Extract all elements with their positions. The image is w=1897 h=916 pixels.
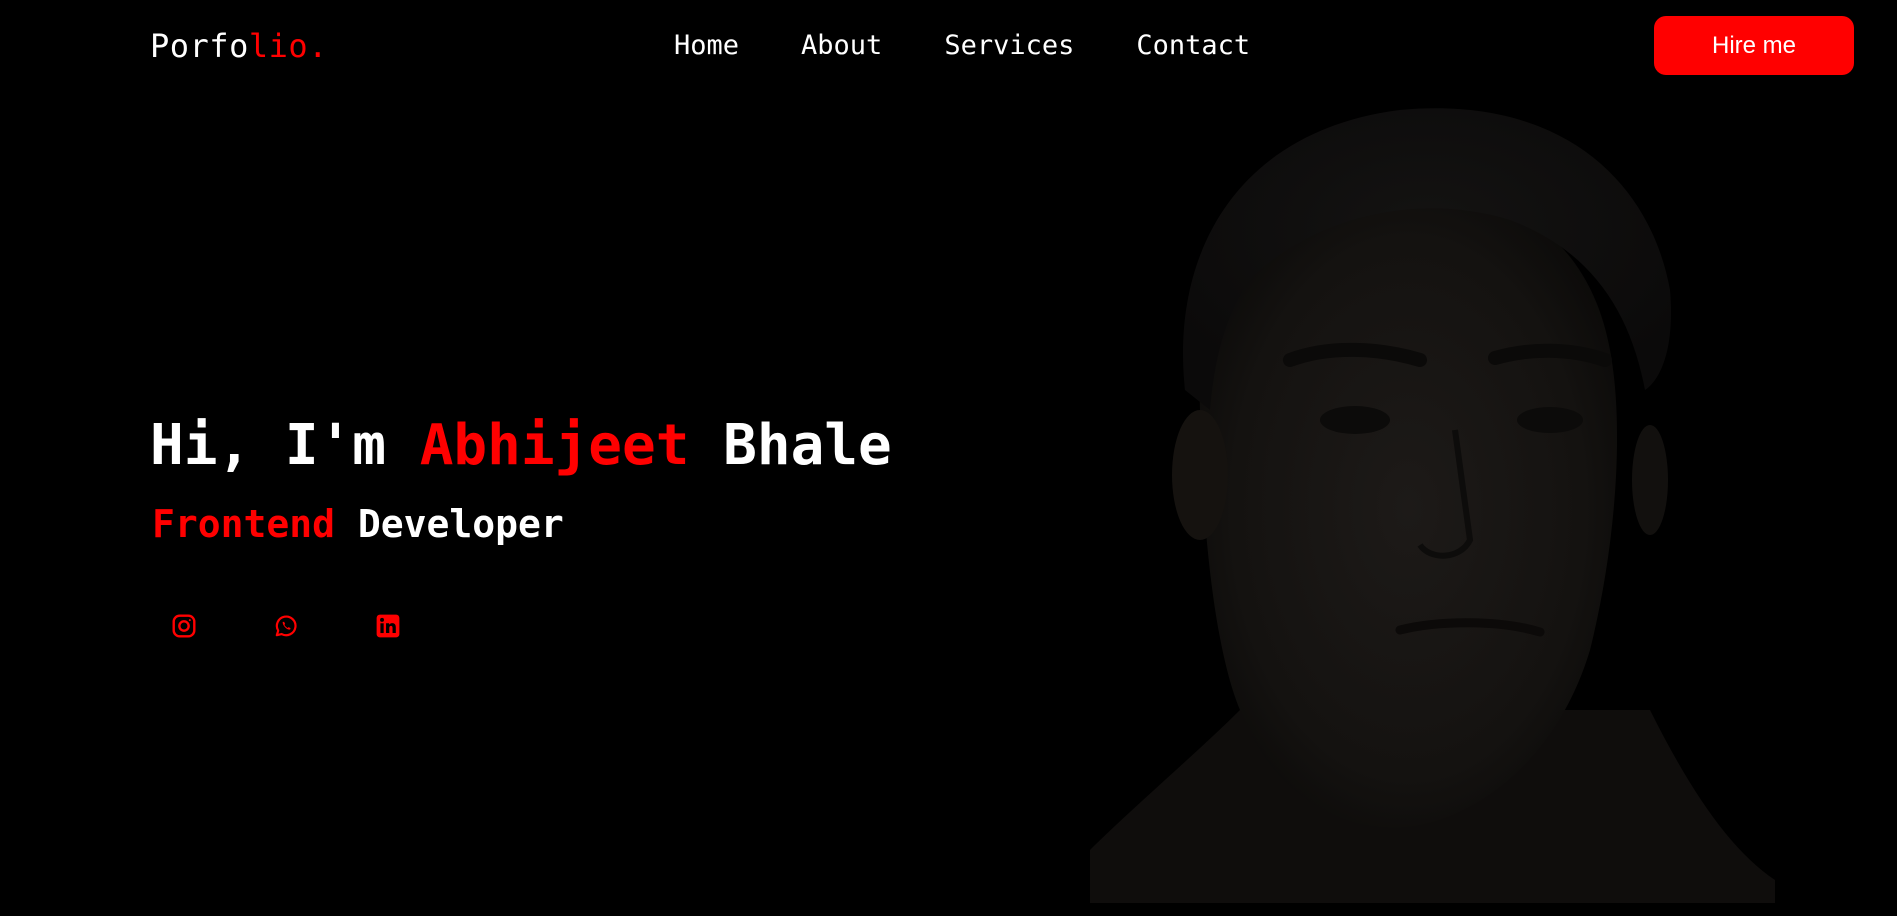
logo[interactable]: Porfolio. xyxy=(150,26,328,66)
hero-title: Hi, I'm Abhijeet Bhale xyxy=(150,410,892,482)
linkedin-icon[interactable] xyxy=(364,606,412,646)
hero-first-name: Abhijeet xyxy=(419,413,690,478)
hire-me-button[interactable]: Hire me xyxy=(1654,16,1854,75)
nav-about-link[interactable]: About xyxy=(801,28,882,64)
hero-subtitle: Frontend Developer xyxy=(152,500,564,548)
nav-home-link[interactable]: Home xyxy=(674,28,739,64)
nav-contact-link[interactable]: Contact xyxy=(1136,28,1250,64)
instagram-icon[interactable] xyxy=(160,606,208,646)
nav-services-link[interactable]: Services xyxy=(944,28,1074,64)
hero-last-name: Bhale xyxy=(689,413,892,478)
logo-accent: lio. xyxy=(248,27,328,65)
whatsapp-icon[interactable] xyxy=(262,606,310,646)
logo-prefix: Porfo xyxy=(150,27,249,65)
hero-role-rest: Developer xyxy=(335,502,564,546)
nav-links: Home About Services Contact xyxy=(674,28,1250,64)
hero-role-accent: Frontend xyxy=(152,502,336,546)
portfolio-page: Porfolio. Home About Services Contact Hi… xyxy=(0,0,1897,916)
portrait-photo xyxy=(1090,90,1775,903)
navbar: Porfolio. Home About Services Contact Hi… xyxy=(0,0,1897,92)
social-links xyxy=(160,606,466,646)
hero-greeting: Hi, I'm xyxy=(150,413,420,478)
